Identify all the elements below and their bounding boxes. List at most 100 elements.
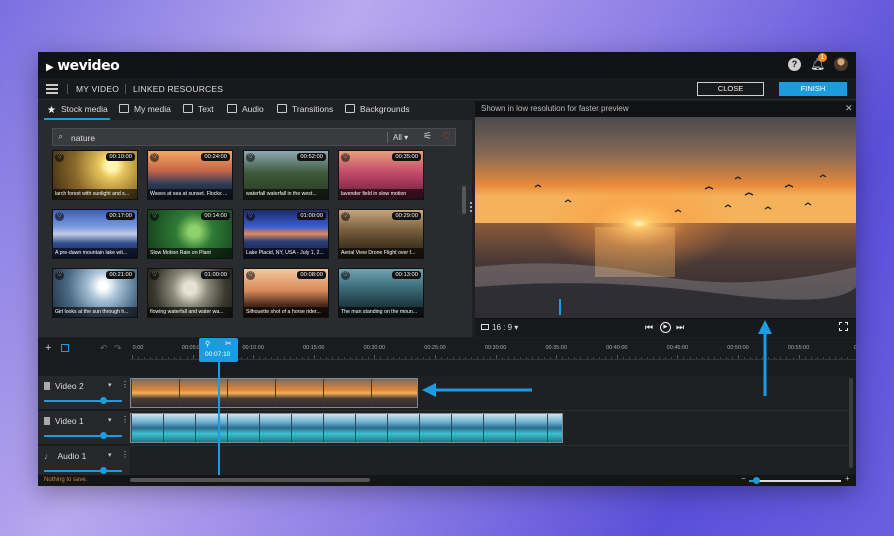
close-note-icon[interactable]: ✕ xyxy=(845,103,853,114)
my-video-link[interactable]: MY VIDEO xyxy=(76,84,119,94)
skip-forward-icon[interactable]: ⏭︎ xyxy=(676,322,684,333)
filter-settings-icon[interactable]: ⚟ xyxy=(423,131,432,142)
preview-video[interactable] xyxy=(475,117,856,318)
ruler-minor-tick xyxy=(792,357,794,359)
lane-video-1[interactable] xyxy=(130,411,850,446)
media-thumbnail[interactable]: ♡ 00:13:00 The man standing on the moun.… xyxy=(338,268,424,318)
media-caption: Lake Placid, NY, USA - July 1, 2... xyxy=(244,248,328,258)
linked-resources-link[interactable]: LINKED RESOURCES xyxy=(133,84,223,94)
media-thumbnail[interactable]: ♡ 00:17:00 A pre-dawn mountain lake wit.… xyxy=(52,209,138,259)
more-options-icon[interactable]: ⋮ xyxy=(121,380,129,389)
media-thumbnail[interactable]: ♡ 00:35:00 lavender field in slow motion xyxy=(338,150,424,200)
media-thumbnail[interactable]: ♡ 00:14:00 Slow Motion Rain on Plant xyxy=(147,209,233,259)
tab-label: Text xyxy=(198,104,214,114)
wevideo-logo[interactable]: ▶ wevideo xyxy=(46,58,120,74)
save-status: Nothing to save. xyxy=(44,477,88,483)
media-caption: The man standing on the moun... xyxy=(339,307,423,317)
ruler-minor-tick xyxy=(847,357,849,359)
heart-icon[interactable]: ♡ xyxy=(341,212,350,221)
media-thumbnail[interactable]: ♡ 00:24:00 Waves at sea at sunset. Flock… xyxy=(147,150,233,200)
media-thumbnail[interactable]: ♡ 00:29:00 Aerial View Drone Flight over… xyxy=(338,209,424,259)
timeline-ruler[interactable]: 0:00 00:05:00 00:10:00 00:15:00 00:20:00 00:2… xyxy=(130,338,856,360)
undo-icon[interactable]: ↶ xyxy=(100,343,108,354)
track-name: ♩ Audio 1 xyxy=(44,451,86,461)
media-tabs: ★ Stock media My media Text Audio Transit… xyxy=(38,101,472,119)
heart-icon[interactable]: ♡ xyxy=(246,153,255,162)
close-button[interactable]: CLOSE xyxy=(697,82,764,96)
media-thumbnail[interactable]: ♡ 01:00:00 flowing waterfall and water w… xyxy=(147,268,233,318)
add-track-icon[interactable]: + xyxy=(45,342,51,354)
heart-icon[interactable]: ♡ xyxy=(150,271,159,280)
filter-dropdown[interactable]: All ▾ xyxy=(393,133,408,142)
media-thumbnail[interactable]: ♡ 00:08:00 Silhouette shot of a horse ri… xyxy=(243,268,329,318)
ruler-minor-tick xyxy=(816,357,818,359)
chevron-down-icon[interactable]: ▾ xyxy=(108,416,112,424)
media-thumbnail[interactable]: ♡ 00:21:00 Girl looks at the sun through… xyxy=(52,268,138,318)
avatar[interactable] xyxy=(834,57,848,71)
media-caption: Aerial View Drone Flight over f... xyxy=(339,248,423,258)
aspect-ratio-dropdown[interactable]: 16 : 9 ▾ xyxy=(481,323,518,332)
play-button-icon[interactable]: ▶ xyxy=(660,322,671,333)
media-panel: ⌕ nature All ▾ ⚟ ♡ ♡ 00:10:00 larch fore… xyxy=(38,120,472,337)
heart-icon[interactable]: ♡ xyxy=(341,153,350,162)
chevron-down-icon[interactable]: ▾ xyxy=(108,451,112,459)
ruler-minor-tick xyxy=(459,357,461,359)
tab-backgrounds[interactable]: Backgrounds xyxy=(345,104,410,114)
more-options-icon[interactable]: ⋮ xyxy=(121,415,129,424)
zoom-slider-knob[interactable] xyxy=(753,477,760,484)
tab-my-media[interactable]: My media xyxy=(119,104,171,114)
search-bar[interactable]: ⌕ nature All ▾ ⚟ ♡ xyxy=(52,128,456,146)
favorites-heart-icon[interactable]: ♡ xyxy=(442,131,451,142)
chevron-down-icon[interactable]: ▾ xyxy=(108,381,112,389)
ruler-tick-label: 00:50:00 xyxy=(727,345,749,351)
panel-resize-handle[interactable] xyxy=(470,202,472,212)
heart-icon[interactable]: ♡ xyxy=(246,212,255,221)
volume-slider[interactable] xyxy=(44,397,122,404)
marker-pin-icon[interactable]: ⚲ xyxy=(205,340,210,348)
more-options-icon[interactable]: ⋮ xyxy=(121,450,129,459)
sunset-clip[interactable] xyxy=(130,378,418,408)
heart-icon[interactable]: ♡ xyxy=(150,212,159,221)
heart-icon[interactable]: ♡ xyxy=(55,212,64,221)
heart-icon[interactable]: ♡ xyxy=(341,271,350,280)
skip-back-icon[interactable]: ⏮︎ xyxy=(645,322,653,333)
ruler-minor-tick xyxy=(477,357,479,359)
slider-knob[interactable] xyxy=(100,432,107,439)
search-input[interactable]: nature xyxy=(71,133,95,143)
lane-audio-1[interactable] xyxy=(130,446,850,476)
tab-transitions[interactable]: Transitions xyxy=(277,104,333,114)
zoom-control: − + xyxy=(741,474,851,485)
lake-clip[interactable] xyxy=(130,413,563,443)
volume-slider[interactable] xyxy=(44,432,122,439)
timeline: + ↶ ↷ 0:00 00:05:00 00:10:00 00:15:00 00:20:… xyxy=(38,338,856,486)
heart-icon[interactable]: ♡ xyxy=(55,271,64,280)
timeline-tools: + ↶ ↷ xyxy=(38,338,130,360)
finish-button[interactable]: FINISH xyxy=(779,82,847,96)
redo-icon[interactable]: ↷ xyxy=(114,343,122,354)
heart-icon[interactable]: ♡ xyxy=(55,153,64,162)
playhead-handle[interactable]: ⚲ ✂ 00:07:10 xyxy=(199,338,238,362)
tab-text[interactable]: Text xyxy=(183,104,214,114)
heart-icon[interactable]: ♡ xyxy=(246,271,255,280)
ruler-tick xyxy=(677,355,679,359)
tab-stock-media[interactable]: ★ Stock media xyxy=(47,104,108,116)
media-thumbnail[interactable]: ♡ 01:00:00 Lake Placid, NY, USA - July 1… xyxy=(243,209,329,259)
tab-audio[interactable]: Audio xyxy=(227,104,264,114)
volume-slider[interactable] xyxy=(44,467,122,474)
zoom-in-icon[interactable]: + xyxy=(845,474,850,483)
media-thumbnail[interactable]: ♡ 00:10:00 larch forest with sunlight an… xyxy=(52,150,138,200)
timeline-scrollbar[interactable] xyxy=(849,378,853,468)
media-thumbnail[interactable]: ♡ 00:52:00 waterfall waterfall in the we… xyxy=(243,150,329,200)
zoom-out-icon[interactable]: − xyxy=(741,474,746,483)
help-icon[interactable]: ? xyxy=(788,58,801,71)
zoom-slider[interactable] xyxy=(749,480,841,482)
slider-knob[interactable] xyxy=(100,467,107,474)
heart-icon[interactable]: ♡ xyxy=(150,153,159,162)
fullscreen-icon[interactable] xyxy=(839,322,848,331)
slider-knob[interactable] xyxy=(100,397,107,404)
duplicate-icon[interactable] xyxy=(61,344,69,352)
scissors-icon[interactable]: ✂ xyxy=(225,339,232,348)
media-scrollbar[interactable] xyxy=(462,186,466,214)
hamburger-menu-icon[interactable] xyxy=(46,84,58,94)
timeline-horizontal-scrollbar[interactable] xyxy=(130,478,370,482)
